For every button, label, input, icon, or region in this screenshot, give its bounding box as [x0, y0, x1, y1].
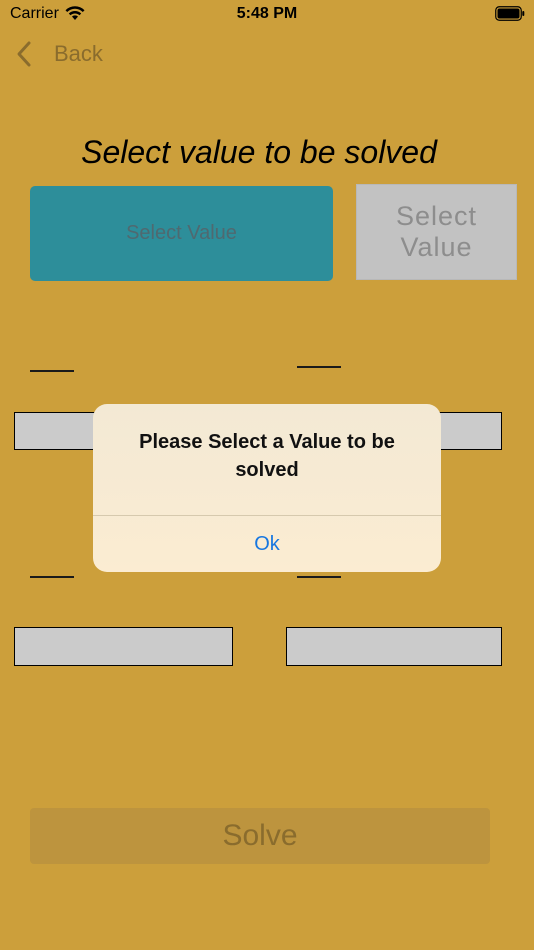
select-value-label: Select Value — [126, 222, 237, 244]
back-button[interactable]: Back — [14, 38, 103, 70]
label-underline — [297, 366, 341, 368]
solve-button[interactable]: Solve — [30, 808, 490, 864]
chevron-left-icon — [17, 41, 31, 67]
value-input-bottom-right[interactable] — [286, 627, 502, 666]
back-label: Back — [54, 41, 103, 66]
label-underline — [30, 576, 74, 578]
select-value-button[interactable]: Select Value — [30, 186, 333, 281]
label-underline — [297, 576, 341, 578]
status-bar: Carrier 5:48 PM — [0, 0, 534, 28]
select-value-secondary-label: Select Value — [395, 201, 478, 262]
alert-dialog: Please Select a Value to be solved Ok — [93, 404, 441, 572]
alert-message: Please Select a Value to be solved — [139, 431, 395, 481]
alert-ok-button[interactable]: Ok — [93, 516, 441, 572]
page-title: Select value to be solved — [81, 134, 437, 170]
battery-icon — [495, 6, 525, 21]
value-input-bottom-left[interactable] — [14, 627, 233, 666]
status-time: 5:48 PM — [236, 5, 298, 22]
label-underline — [30, 370, 74, 372]
select-value-secondary-button[interactable]: Select Value — [356, 184, 517, 280]
